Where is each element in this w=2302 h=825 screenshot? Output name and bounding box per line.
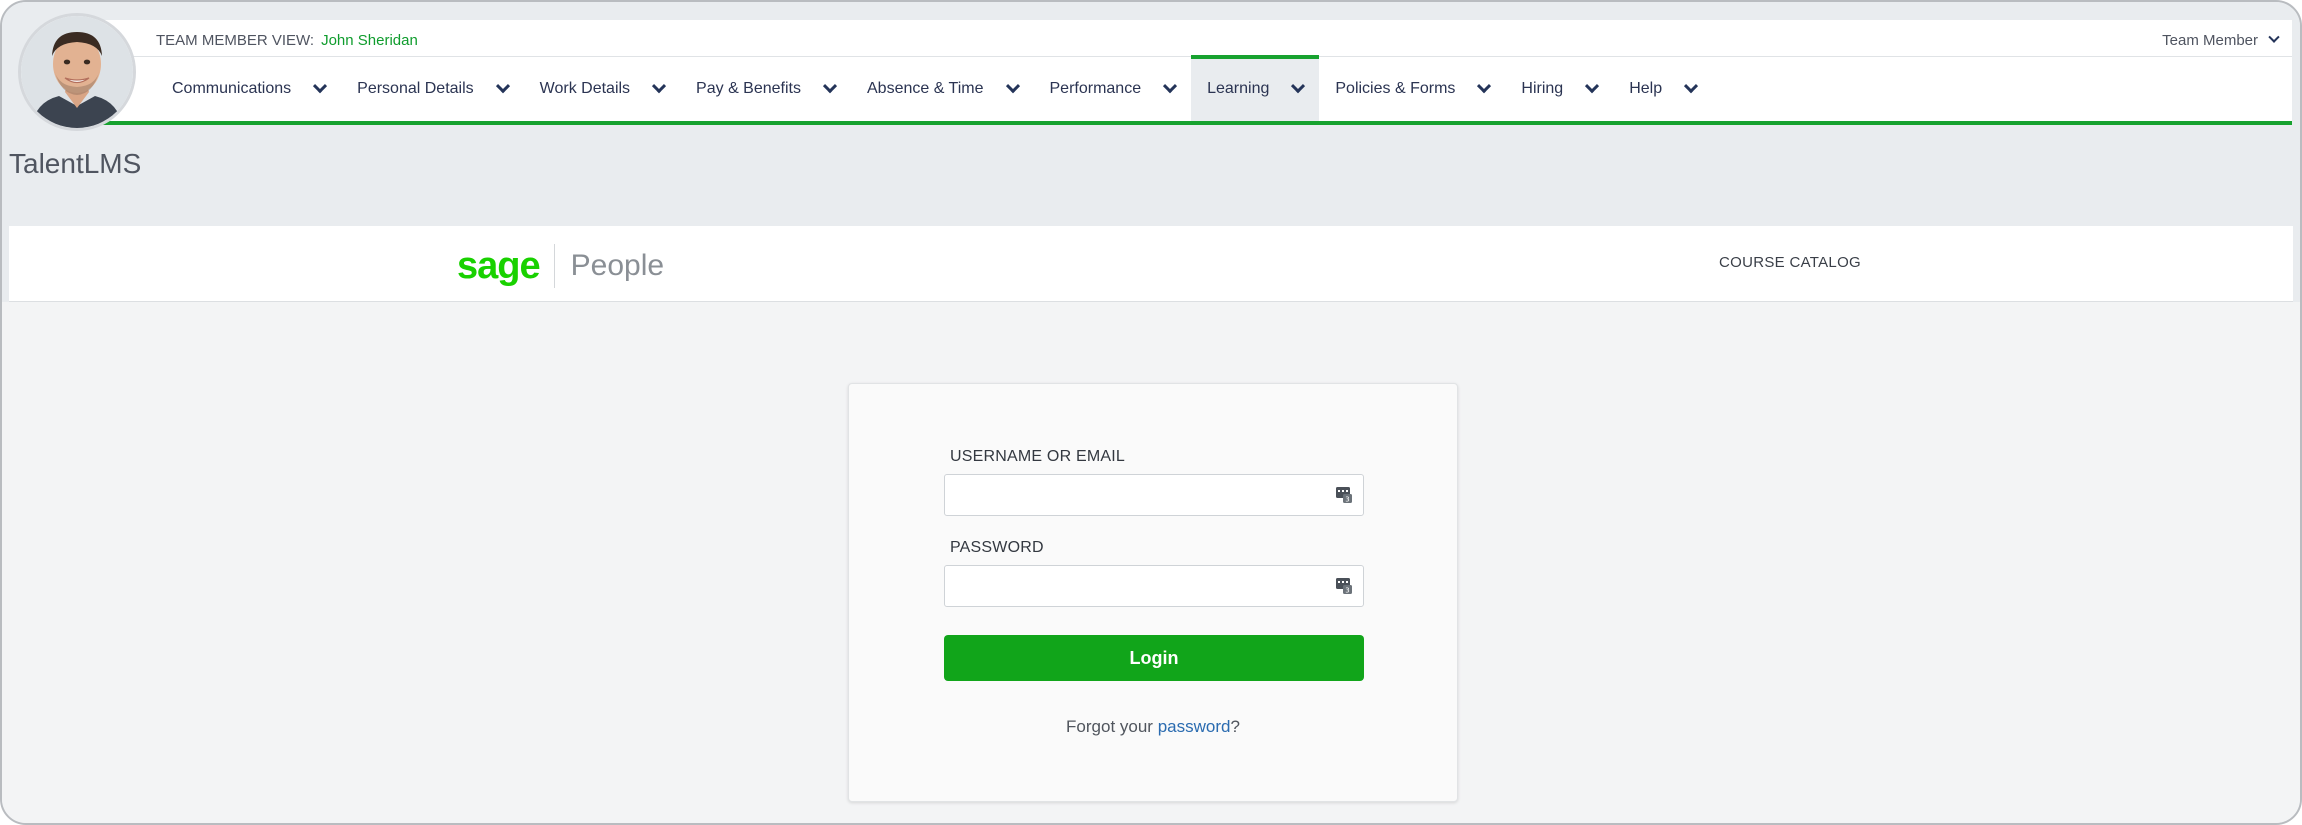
main-nav: Communications Personal Details Work Det… xyxy=(92,55,2292,124)
nav-item-hiring[interactable]: Hiring xyxy=(1505,57,1613,121)
nav-item-label: Help xyxy=(1629,80,1663,97)
member-view-label: TEAM MEMBER VIEW: xyxy=(156,31,315,49)
top-header: TEAM MEMBER VIEW: John Sheridan Team Mem… xyxy=(2,2,2300,126)
chevron-down-icon xyxy=(2268,31,2280,43)
nav-item-policies-forms[interactable]: Policies & Forms xyxy=(1319,57,1505,121)
password-label: PASSWORD xyxy=(950,539,1044,556)
nav-item-pay-benefits[interactable]: Pay & Benefits xyxy=(680,57,851,121)
chevron-down-icon xyxy=(1684,79,1699,94)
logo-secondary: People xyxy=(570,249,665,282)
forgot-prefix: Forgot your xyxy=(1066,717,1158,736)
team-member-view: TEAM MEMBER VIEW: John Sheridan xyxy=(156,28,418,52)
lms-header: sage People COURSE CATALOG xyxy=(9,226,2293,302)
nav-item-communications[interactable]: Communications xyxy=(156,57,341,121)
nav-item-label: Hiring xyxy=(1521,80,1564,97)
chevron-down-icon xyxy=(1005,79,1020,94)
user-photo-icon xyxy=(21,16,133,128)
password-manager-icon[interactable]: 3 xyxy=(1335,486,1353,504)
forgot-password: Forgot your password? xyxy=(849,717,1457,737)
password-input[interactable] xyxy=(945,566,1363,606)
sage-people-logo[interactable]: sage People xyxy=(457,244,664,288)
nav-item-label: Learning xyxy=(1207,80,1270,97)
chevron-down-icon xyxy=(313,79,328,94)
nav-item-label: Policies & Forms xyxy=(1335,80,1456,97)
svg-text:3: 3 xyxy=(1345,496,1349,504)
forgot-suffix: ? xyxy=(1230,717,1240,736)
course-catalog-link[interactable]: COURSE CATALOG xyxy=(1719,254,1861,271)
username-input[interactable] xyxy=(945,475,1363,515)
chevron-down-icon xyxy=(1477,79,1492,94)
role-menu[interactable]: Team Member xyxy=(2162,28,2280,52)
nav-item-label: Personal Details xyxy=(357,80,474,97)
login-button[interactable]: Login xyxy=(944,635,1364,681)
chevron-down-icon xyxy=(651,79,667,94)
nav-item-label: Pay & Benefits xyxy=(696,80,801,97)
forgot-password-link[interactable]: password xyxy=(1158,717,1231,736)
role-menu-label: Team Member xyxy=(2162,31,2258,49)
logo-divider xyxy=(553,244,555,288)
nav-item-label: Communications xyxy=(172,80,292,97)
login-card: USERNAME OR EMAIL 3 PASSWORD 3 Login For… xyxy=(848,383,1458,802)
nav-item-label: Absence & Time xyxy=(867,80,984,97)
nav-accent-bar xyxy=(92,121,2292,125)
member-name: John Sheridan xyxy=(321,31,418,49)
nav-item-label: Performance xyxy=(1049,80,1142,97)
avatar[interactable] xyxy=(18,13,136,131)
nav-item-personal-details[interactable]: Personal Details xyxy=(341,57,524,121)
nav-item-help[interactable]: Help xyxy=(1613,57,1712,121)
svg-text:3: 3 xyxy=(1345,587,1349,595)
chevron-down-icon xyxy=(1585,79,1600,94)
chevron-down-icon xyxy=(822,79,838,94)
chevron-down-icon xyxy=(495,79,510,94)
app-frame: TEAM MEMBER VIEW: John Sheridan Team Mem… xyxy=(0,0,2302,825)
chevron-down-icon xyxy=(1163,79,1178,94)
nav-item-absence-time[interactable]: Absence & Time xyxy=(851,57,1034,121)
username-label: USERNAME OR EMAIL xyxy=(950,448,1125,465)
nav-item-label: Work Details xyxy=(539,80,631,97)
chevron-down-icon xyxy=(1291,79,1306,94)
logo-primary: sage xyxy=(457,245,541,287)
password-manager-icon[interactable]: 3 xyxy=(1335,577,1353,595)
nav-item-work-details[interactable]: Work Details xyxy=(524,57,680,121)
password-field[interactable]: 3 xyxy=(944,565,1364,607)
page-title: TalentLMS xyxy=(9,148,142,179)
nav-item-performance[interactable]: Performance xyxy=(1034,57,1192,121)
username-field[interactable]: 3 xyxy=(944,474,1364,516)
nav-item-learning[interactable]: Learning xyxy=(1191,55,1320,121)
